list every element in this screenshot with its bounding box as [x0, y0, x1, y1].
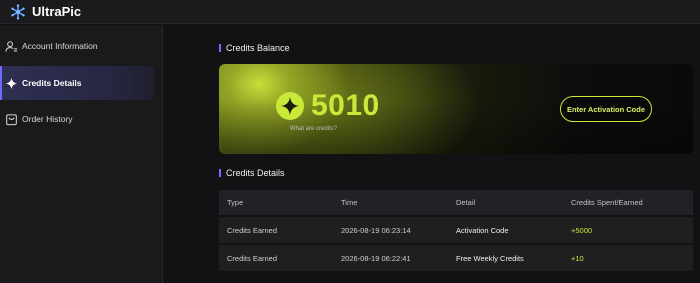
sidebar-item-account-information[interactable]: Account Information [0, 29, 154, 63]
credits-coin-icon [276, 92, 304, 120]
cell-time: 2026-08-19 06:23:14 [341, 225, 411, 235]
cell-detail: Free Weekly Credits [456, 253, 524, 263]
sidebar-item-label: Account Information [22, 41, 98, 51]
app-name[interactable]: UltraPic [32, 4, 81, 19]
credits-balance-title: Credits Balance [226, 43, 290, 53]
cell-amount: +5000 [571, 225, 593, 235]
user-settings-icon [5, 40, 18, 52]
sidebar-item-label: Order History [22, 114, 73, 124]
sparkle-icon [5, 77, 18, 89]
table-row: Credits Earned 2026-08-19 06:23:14 Activ… [219, 217, 693, 245]
what-are-credits-link[interactable]: What are credits? [290, 126, 337, 132]
heading-accent-bar [219, 44, 221, 52]
top-bar: UltraPic [0, 0, 700, 24]
credits-balance-heading: Credits Balance [219, 43, 290, 53]
enter-activation-code-button[interactable]: Enter Activation Code [560, 96, 652, 122]
shopping-bag-icon [6, 113, 17, 125]
table-header-row: Type Time Detail Credits Spent/Earned [219, 190, 693, 217]
cell-time: 2026-08-19 06:22:41 [341, 253, 411, 263]
balance-card: 5010 What are credits? Enter Activation … [219, 64, 693, 154]
credits-details-heading: Credits Details [219, 168, 285, 178]
column-header-detail: Detail [456, 198, 476, 207]
sidebar-item-credits-details[interactable]: Credits Details [0, 66, 154, 100]
cell-amount: +10 [571, 253, 584, 263]
sidebar: Account Information Credits Details Orde… [0, 25, 163, 283]
sidebar-item-order-history[interactable]: Order History [0, 102, 154, 136]
snowflake-logo-icon[interactable] [10, 3, 26, 20]
table-row: Credits Earned 2026-08-19 06:22:41 Free … [219, 245, 693, 273]
column-header-time: Time [341, 198, 358, 207]
cell-detail: Activation Code [456, 225, 509, 235]
credits-details-table: Type Time Detail Credits Spent/Earned Cr… [219, 190, 693, 273]
credits-details-title: Credits Details [226, 168, 285, 178]
heading-accent-bar [219, 169, 221, 177]
sidebar-item-label: Credits Details [22, 78, 82, 88]
cell-type: Credits Earned [227, 253, 278, 263]
cell-type: Credits Earned [227, 225, 278, 235]
credits-balance-value: 5010 [311, 89, 380, 122]
column-header-credits: Credits Spent/Earned [571, 198, 643, 207]
column-header-type: Type [227, 198, 244, 207]
